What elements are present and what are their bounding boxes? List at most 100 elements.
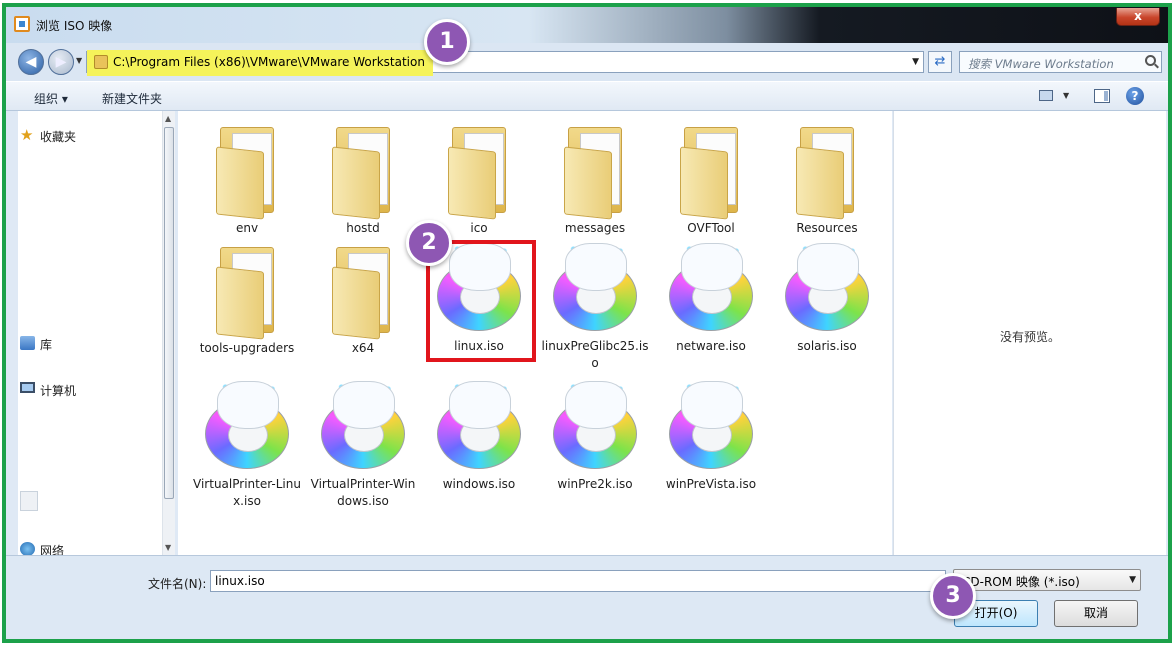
organize-button[interactable]: 组织 ▾: [34, 90, 68, 107]
preview-pane-icon[interactable]: [1094, 89, 1110, 103]
step-callout-2: 2: [406, 220, 452, 266]
disc-image-icon: [779, 239, 875, 335]
file-name: winPreVista.iso: [665, 477, 757, 491]
title-bar: 浏览 ISO 映像 x: [6, 7, 1168, 43]
file-name: VirtualPrinter-Windows.iso: [310, 477, 416, 508]
sidebar-item-label: 计算机: [40, 384, 77, 398]
iso-item-netware[interactable]: netware.iso: [656, 239, 766, 355]
disc-image-icon: [547, 239, 643, 335]
folder-item-tools-upgraders[interactable]: tools-upgraders: [192, 239, 302, 357]
pane-splitter-handle[interactable]: [20, 491, 38, 511]
file-list: env hostd ico messages OVFTool Resources…: [178, 111, 892, 555]
cancel-button[interactable]: 取消: [1054, 600, 1138, 627]
file-type-filter[interactable]: CD-ROM 映像 (*.iso) ▼: [953, 569, 1141, 591]
search-placeholder: 搜索 VMware Workstation: [968, 57, 1114, 71]
folder-item-hostd[interactable]: hostd: [308, 119, 418, 237]
navigation-pane: ★ 收藏夹 库 计算机 网络 ▲ ▼: [18, 111, 175, 558]
forward-button[interactable]: ▶: [48, 49, 74, 75]
sidebar-item-label: 收藏夹: [40, 130, 77, 144]
folder-icon: [216, 119, 278, 220]
iso-item-virtualprinter-linux[interactable]: VirtualPrinter-Linux.iso: [192, 377, 302, 510]
scroll-up-icon[interactable]: ▲: [165, 114, 171, 123]
scrollbar-thumb[interactable]: [164, 127, 174, 499]
view-options-dropdown-icon[interactable]: ▼: [1063, 91, 1069, 100]
disc-image-icon: [315, 377, 411, 473]
folder-item-messages[interactable]: messages: [540, 119, 650, 237]
file-name: env: [235, 221, 259, 235]
folder-icon: [680, 119, 742, 220]
scroll-down-icon[interactable]: ▼: [165, 543, 171, 552]
filename-label: 文件名(N):: [148, 577, 207, 591]
file-name: OVFTool: [687, 221, 735, 235]
file-name: hostd: [346, 221, 380, 235]
file-name: messages: [564, 221, 626, 235]
recent-pages-dropdown-icon[interactable]: ▼: [76, 56, 82, 65]
sidebar-item-favorites[interactable]: ★ 收藏夹: [20, 128, 77, 145]
help-icon[interactable]: ?: [1126, 87, 1144, 105]
file-name: windows.iso: [442, 477, 516, 491]
folder-icon: [448, 119, 510, 220]
network-icon: [20, 542, 35, 556]
preview-pane: 没有预览。: [893, 111, 1166, 555]
disc-image-icon: [663, 239, 759, 335]
file-name: solaris.iso: [797, 339, 857, 353]
iso-item-solaris[interactable]: solaris.iso: [772, 239, 882, 355]
folder-icon: [564, 119, 626, 220]
computer-icon: [20, 382, 35, 393]
file-type-value: CD-ROM 映像 (*.iso): [962, 575, 1080, 589]
iso-item-linuxpreglibc25[interactable]: linuxPreGlibc25.iso: [540, 239, 650, 372]
disc-image-icon: [199, 377, 295, 473]
file-name: VirtualPrinter-Linux.iso: [193, 477, 301, 508]
dialog-window: 浏览 ISO 映像 x ◀ ▶ ▼ C:\Program Files (x86)…: [2, 3, 1172, 643]
folder-icon: [796, 119, 858, 220]
folder-item-ovftool[interactable]: OVFTool: [656, 119, 766, 237]
iso-item-virtualprinter-windows[interactable]: VirtualPrinter-Windows.iso: [308, 377, 418, 510]
close-button[interactable]: x: [1116, 8, 1160, 26]
change-view-icon[interactable]: [1039, 90, 1053, 101]
disc-image-icon: [663, 377, 759, 473]
iso-item-winprevista[interactable]: winPreVista.iso: [656, 377, 766, 493]
folder-icon: [332, 119, 394, 220]
address-bar[interactable]: C:\Program Files (x86)\VMware\VMware Wor…: [86, 50, 924, 76]
star-icon: ★: [20, 126, 34, 144]
search-icon[interactable]: [1145, 55, 1156, 66]
disc-image-icon: [547, 377, 643, 473]
new-folder-button[interactable]: 新建文件夹: [102, 90, 162, 107]
disc-image-icon: [431, 377, 527, 473]
chevron-down-icon[interactable]: ▼: [1129, 575, 1136, 585]
address-row: ◀ ▶ ▼ C:\Program Files (x86)\VMware\VMwa…: [6, 43, 1168, 81]
file-selection-footer: 文件名(N): CD-ROM 映像 (*.iso) ▼ 打开(O) 取消: [6, 555, 1168, 639]
folder-icon: [216, 239, 278, 340]
file-name: x64: [351, 341, 375, 355]
folder-item-resources[interactable]: Resources: [772, 119, 882, 237]
back-button[interactable]: ◀: [18, 49, 44, 75]
vmware-app-icon: [14, 16, 30, 32]
address-path[interactable]: C:\Program Files (x86)\VMware\VMware Wor…: [113, 55, 425, 69]
iso-item-winpre2k[interactable]: winPre2k.iso: [540, 377, 650, 493]
file-name: netware.iso: [676, 339, 746, 353]
refresh-button[interactable]: ⇄: [928, 51, 952, 73]
step-callout-3: 3: [930, 573, 976, 619]
file-name: winPre2k.iso: [557, 477, 633, 491]
folder-icon: [94, 55, 108, 69]
folder-item-ico[interactable]: ico: [424, 119, 534, 237]
chevron-down-icon[interactable]: ▼: [912, 57, 919, 67]
search-input[interactable]: 搜索 VMware Workstation: [959, 51, 1162, 73]
navigation-scrollbar[interactable]: ▲ ▼: [162, 111, 175, 555]
command-toolbar: 组织 ▾ 新建文件夹 ▼ ?: [6, 81, 1168, 111]
window-title: 浏览 ISO 映像: [36, 19, 113, 33]
sidebar-item-libraries[interactable]: 库: [20, 336, 53, 353]
folder-item-env[interactable]: env: [192, 119, 302, 237]
file-name: tools-upgraders: [199, 341, 295, 355]
folder-item-x64[interactable]: x64: [308, 239, 418, 357]
filename-input[interactable]: [210, 570, 946, 592]
folder-icon: [332, 239, 394, 340]
library-icon: [20, 336, 35, 350]
no-preview-text: 没有预览。: [999, 330, 1060, 344]
sidebar-item-computer[interactable]: 计算机: [20, 382, 77, 399]
file-name: Resources: [796, 221, 858, 235]
step-callout-1: 1: [424, 19, 470, 65]
sidebar-item-label: 库: [40, 338, 53, 352]
file-name: linuxPreGlibc25.iso: [541, 339, 649, 370]
iso-item-windows[interactable]: windows.iso: [424, 377, 534, 493]
